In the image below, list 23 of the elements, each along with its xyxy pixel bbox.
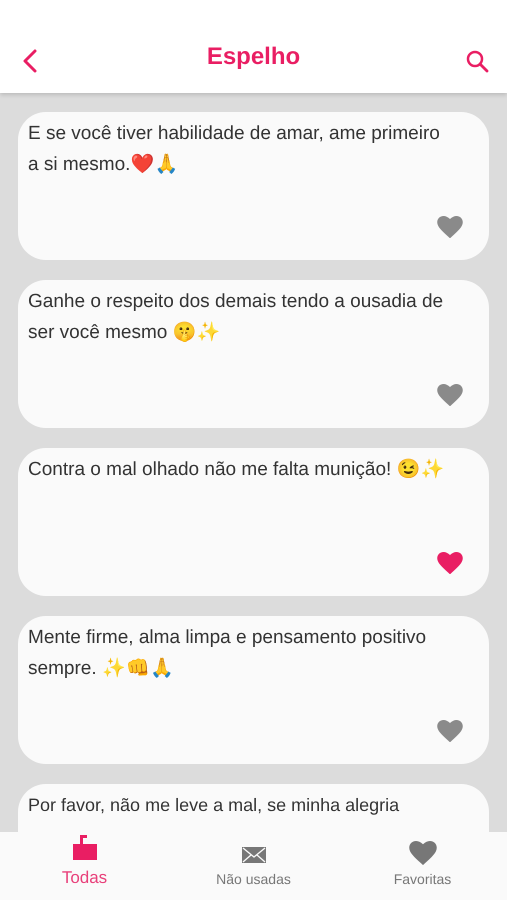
mailbox-icon [70, 832, 98, 860]
quote-card[interactable]: Mente firme, alma limpa e pensamento positivo sempre. ✨👊🙏 [18, 616, 489, 764]
back-icon [22, 49, 38, 73]
tab[interactable]: Favoritas [338, 832, 507, 900]
search-icon [464, 49, 489, 73]
heart-icon[interactable] [437, 552, 463, 574]
screen-title: Espelho [206, 42, 300, 72]
heart-icon[interactable] [408, 840, 436, 865]
quote-card[interactable]: Contra o mal olhado não me falta munição! 😉✨ [18, 448, 489, 596]
tab[interactable]: Todas [0, 832, 169, 900]
heart-icon[interactable] [437, 216, 463, 238]
heart-icon[interactable] [437, 720, 463, 742]
heart-icon[interactable] [437, 384, 463, 406]
quote-card[interactable]: Ganhe o respeito dos demais tendo a ousadia de ser você mesmo 🤫✨ [18, 280, 489, 428]
quote-text: Ganhe o respeito dos demais tendo a ousadia de ser você mesmo 🤫✨ [28, 290, 444, 345]
quote-text: Mente firme, alma limpa e pensamento positivo sempre. ✨👊🙏 [28, 626, 428, 681]
quote-text: Contra o mal olhado não me falta munição! 😉✨ [28, 458, 446, 482]
quote-text: Por favor, não me leve a mal, se minha alegria [28, 794, 400, 817]
quote-card[interactable]: E se você tiver habilidade de amar, ame primeiro a si mesmo.❤🙏 [18, 112, 489, 260]
tab[interactable]: Não usadas [169, 832, 338, 900]
envelope-icon [240, 845, 266, 865]
quote-text: E se você tiver habilidade de amar, ame primeiro a si mesmo.❤🙏 [28, 122, 441, 177]
quote-card[interactable]: Por favor, não me leve a mal, se minha alegria [18, 784, 489, 832]
